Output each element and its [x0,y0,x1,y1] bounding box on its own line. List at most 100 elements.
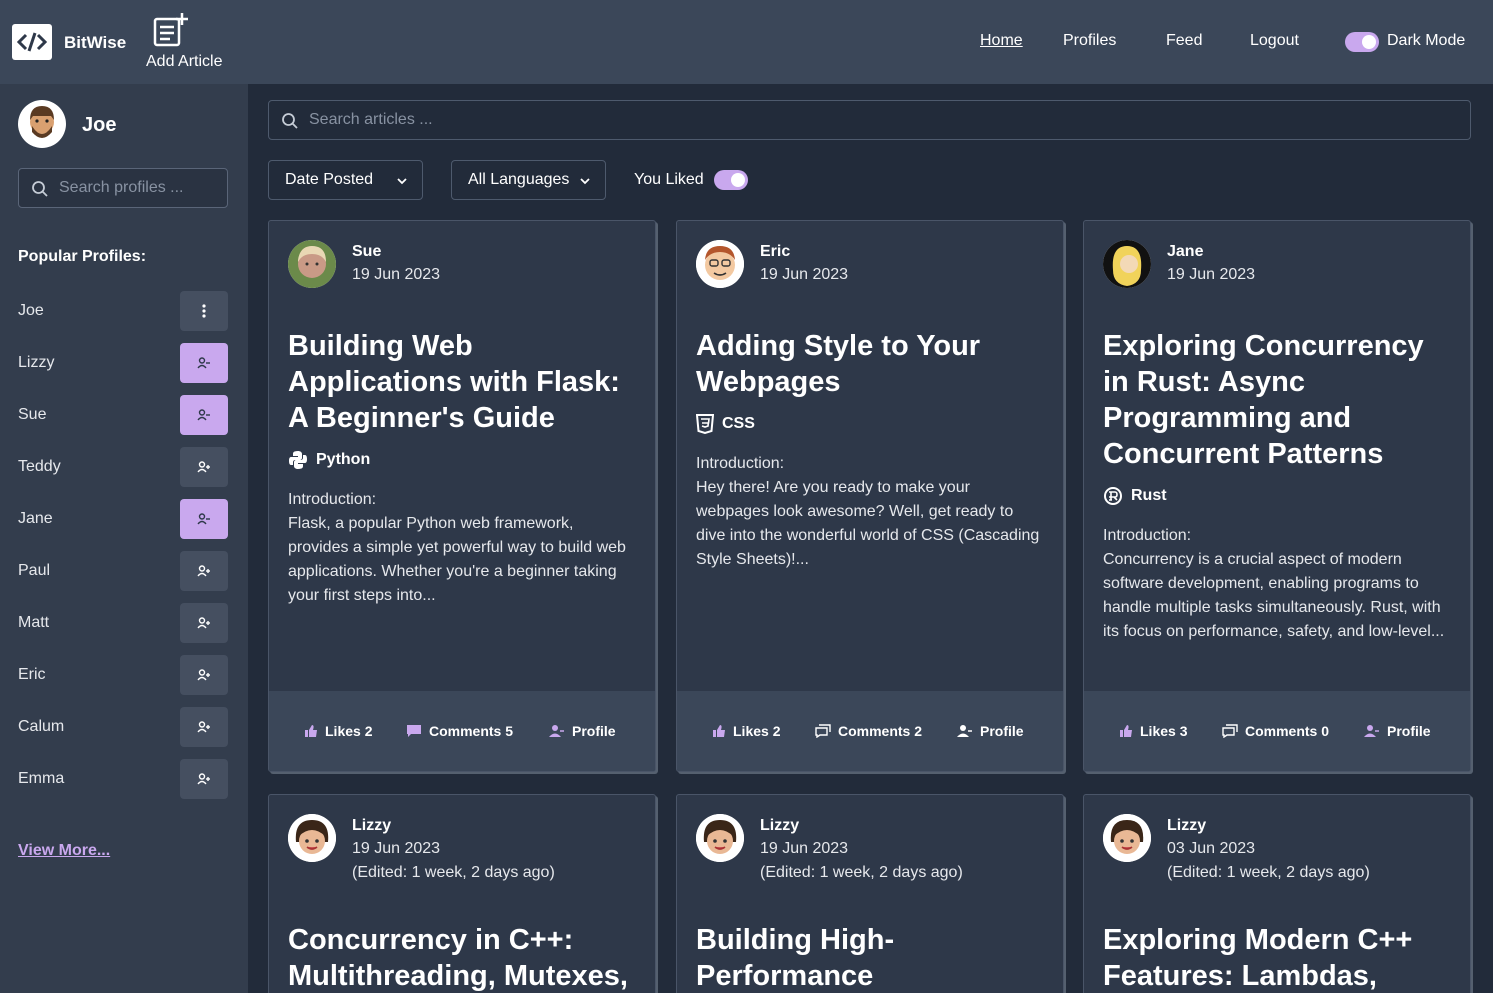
profile-menu-button[interactable] [180,291,228,331]
profile-name[interactable]: Joe [18,302,44,320]
like-button[interactable]: Likes 3 [1119,723,1187,739]
article-card[interactable]: Lizzy 19 Jun 2023 (Edited: 1 week, 2 days … [676,794,1064,993]
comments-button[interactable]: Comments 2 [815,723,922,739]
article-search-input[interactable] [309,101,1449,139]
nav-feed[interactable]: Feed [1166,32,1202,50]
like-button[interactable]: Likes 2 [712,723,780,739]
follow-button[interactable] [180,707,228,747]
user-plus-icon [197,565,210,577]
author-name[interactable]: Sue [352,243,381,261]
author-avatar[interactable] [288,240,336,288]
language-dropdown[interactable]: All Languages [451,160,606,200]
author-avatar[interactable] [696,814,744,862]
dark-mode-toggle[interactable] [1345,32,1379,52]
article-card[interactable]: Lizzy 19 Jun 2023 (Edited: 1 week, 2 days … [268,794,656,993]
profile-name[interactable]: Sue [18,406,46,424]
article-title[interactable]: Exploring Modern C++ Features: Lambdas, [1103,922,1453,993]
profile-name[interactable]: Emma [18,770,64,788]
author-avatar[interactable] [1103,240,1151,288]
thumbs-up-icon [305,725,317,737]
chevron-down-icon [397,178,407,185]
profile-name[interactable]: Calum [18,718,64,736]
nav-logout[interactable]: Logout [1250,32,1299,50]
user-minus-icon [197,357,210,369]
profile-name[interactable]: Eric [18,666,46,684]
language-tag: CSS [696,414,755,434]
add-article-button[interactable]: Add Article [146,12,230,71]
add-article-label: Add Article [146,53,223,70]
article-card[interactable]: Eric 19 Jun 2023 Adding Style to Your Webp… [676,220,1064,772]
author-avatar[interactable] [696,240,744,288]
article-card[interactable]: Lizzy 03 Jun 2023 (Edited: 1 week, 2 days … [1083,794,1471,993]
profile-row[interactable]: Calum [18,707,228,747]
you-liked-toggle[interactable] [714,170,748,190]
sort-dropdown[interactable]: Date Posted [268,160,423,200]
article-title[interactable]: Adding Style to Your Webpages [696,328,1046,400]
brand-name[interactable]: BitWise [64,33,126,53]
profile-row[interactable]: Teddy [18,447,228,487]
article-title[interactable]: Building High-Performance [696,922,1046,993]
article-card[interactable]: Jane 19 Jun 2023 Exploring Concurrency in … [1083,220,1471,772]
article-title[interactable]: Concurrency in C++: Multithreading, Mute… [288,922,638,993]
language-label: CSS [722,415,755,432]
view-more-link[interactable]: View More... [18,842,110,860]
comments-count: Comments 2 [838,723,923,739]
article-intro: Introduction: Hey there! Are you ready to… [696,452,1046,572]
author-name[interactable]: Lizzy [760,817,799,835]
follow-button[interactable] [180,655,228,695]
profile-row[interactable]: Eric [18,655,228,695]
author-name[interactable]: Eric [760,243,790,261]
comments-button[interactable]: Comments 0 [1222,723,1329,739]
article-card[interactable]: Sue 19 Jun 2023 Building Web Applications … [268,220,656,772]
follow-button[interactable] [180,759,228,799]
follow-button[interactable] [180,551,228,591]
unfollow-button[interactable] [180,343,228,383]
profile-row[interactable]: Lizzy [18,343,228,383]
profile-name[interactable]: Matt [18,614,49,632]
profile-label: Profile [980,723,1024,739]
article-intro: Introduction: Concurrency is a crucial as… [1103,524,1453,644]
add-article-icon [153,13,188,47]
author-avatar[interactable] [288,814,336,862]
comments-count: Comments 5 [429,723,514,739]
sort-dropdown-label: Date Posted [285,171,374,188]
intro-heading: Introduction: [1103,527,1192,544]
author-name[interactable]: Jane [1167,243,1203,261]
profile-row[interactable]: Sue [18,395,228,435]
author-name[interactable]: Lizzy [352,817,391,835]
profile-search-input[interactable] [59,169,219,207]
profile-row[interactable]: Matt [18,603,228,643]
unfollow-button[interactable] [180,499,228,539]
profile-row[interactable]: Joe [18,291,228,331]
comments-button[interactable]: Comments 5 [406,723,513,739]
profile-name[interactable]: Teddy [18,458,61,476]
post-date: 19 Jun 2023 [352,266,441,283]
profile-name[interactable]: Lizzy [18,354,54,372]
profile-search[interactable] [18,168,228,208]
article-title[interactable]: Building Web Applications with Flask: A … [288,328,638,436]
profile-row[interactable]: Jane [18,499,228,539]
profile-name[interactable]: Paul [18,562,50,580]
post-date: 19 Jun 2023 [760,840,849,857]
follow-button[interactable] [180,447,228,487]
nav-profiles[interactable]: Profiles [1063,32,1116,50]
profile-row[interactable]: Emma [18,759,228,799]
profile-button[interactable]: Profile [1364,723,1431,739]
profile-name[interactable]: Jane [18,510,53,528]
author-avatar[interactable] [1103,814,1151,862]
comments-icon [1222,724,1238,738]
user-minus-icon [197,409,210,421]
article-search[interactable] [268,100,1471,140]
profile-row[interactable]: Paul [18,551,228,591]
author-name[interactable]: Lizzy [1167,817,1206,835]
profile-button[interactable]: Profile [549,723,616,739]
user-avatar[interactable] [18,100,66,148]
follow-button[interactable] [180,603,228,643]
like-button[interactable]: Likes 2 [304,723,372,739]
profile-label: Profile [1387,723,1431,739]
code-logo-icon[interactable] [12,24,52,60]
article-title[interactable]: Exploring Concurrency in Rust: Async Pro… [1103,328,1453,472]
unfollow-button[interactable] [180,395,228,435]
profile-button[interactable]: Profile [957,723,1024,739]
nav-home[interactable]: Home [980,32,1023,50]
